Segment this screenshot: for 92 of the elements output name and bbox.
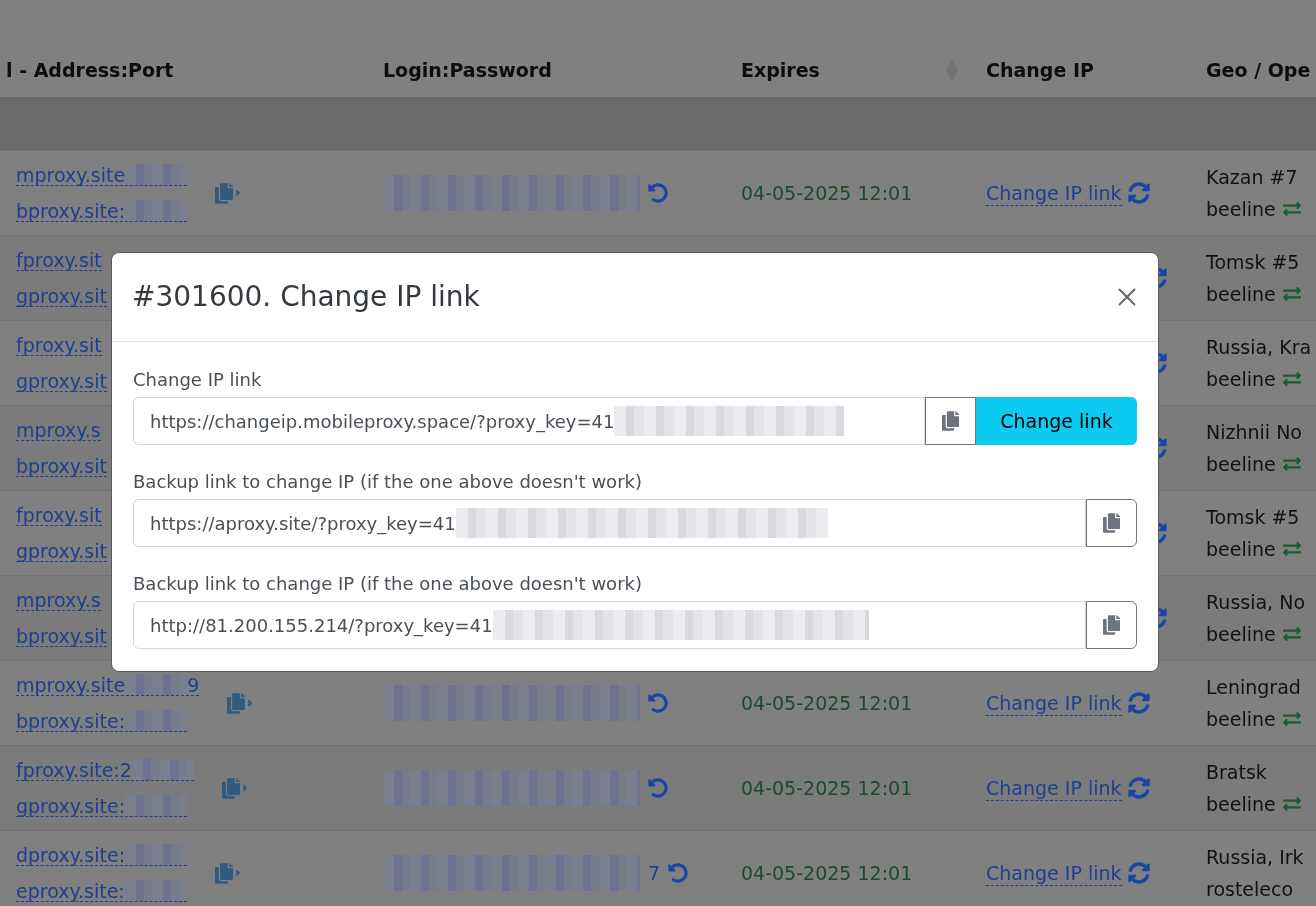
proxy-address-link[interactable]: fproxy.site:2 bbox=[16, 759, 194, 781]
geo-location: Tomsk #5 bbox=[1206, 505, 1301, 529]
copy-menu-button[interactable] bbox=[227, 692, 255, 714]
link-field[interactable]: https://changeip.mobileproxy.space/?proxy_key=41 bbox=[133, 397, 925, 445]
swap-icon[interactable] bbox=[1281, 455, 1302, 473]
geo-location: Tomsk #5 bbox=[1206, 250, 1301, 274]
copy-icon bbox=[215, 862, 234, 884]
proxy-address-link[interactable]: gproxy.sit bbox=[16, 285, 107, 307]
proxy-address-link[interactable]: bproxy.sit bbox=[16, 455, 107, 477]
operator-name: beeline bbox=[1206, 537, 1276, 561]
expiry-date: 04-05-2025 12:01 bbox=[741, 775, 913, 801]
proxy-address-link[interactable]: bproxy.sit bbox=[16, 625, 107, 647]
geo-location: Russia, Kra bbox=[1206, 335, 1313, 359]
sync-icon[interactable] bbox=[1127, 862, 1150, 884]
swap-icon[interactable] bbox=[1281, 370, 1302, 388]
swap-icon[interactable] bbox=[1281, 625, 1302, 643]
column-header: Login:Password bbox=[383, 57, 552, 83]
copy-icon bbox=[221, 777, 240, 799]
copy-icon bbox=[1103, 513, 1120, 533]
operator-name: beeline bbox=[1206, 707, 1276, 731]
dialog-title: #301600. Change IP link bbox=[132, 279, 480, 315]
copy-menu-button[interactable] bbox=[221, 777, 249, 799]
link-field[interactable]: http://81.200.155.214/?proxy_key=41 bbox=[133, 601, 1086, 649]
copy-icon bbox=[215, 182, 234, 204]
copy-menu-button[interactable] bbox=[215, 182, 243, 204]
geo-location: Kazan #7 bbox=[1206, 165, 1299, 189]
proxy-address-link[interactable]: mproxy.site bbox=[16, 164, 188, 186]
caret-icon bbox=[247, 697, 255, 709]
swap-icon[interactable] bbox=[1281, 200, 1302, 218]
operator-name: beeline bbox=[1206, 367, 1276, 391]
proxy-address-link[interactable]: fproxy.sit bbox=[16, 249, 102, 271]
sync-icon[interactable] bbox=[1127, 692, 1150, 714]
column-header: Geo / Ope bbox=[1206, 57, 1311, 83]
proxy-address-link[interactable]: mproxy.site 9 bbox=[16, 674, 200, 696]
operator-name: rosteleco bbox=[1206, 877, 1294, 901]
swap-icon[interactable] bbox=[1281, 795, 1302, 813]
copy-menu-button[interactable] bbox=[215, 862, 243, 884]
change-ip-link[interactable]: Change IP link bbox=[986, 690, 1122, 716]
swap-icon[interactable] bbox=[1281, 540, 1302, 558]
copy-button[interactable] bbox=[1086, 499, 1137, 547]
geo-location: Bratsk bbox=[1206, 760, 1268, 784]
undo-icon[interactable] bbox=[648, 183, 668, 203]
proxy-address-link[interactable]: fproxy.sit bbox=[16, 334, 102, 356]
proxy-address-link[interactable]: gproxy.sit bbox=[16, 540, 107, 562]
proxy-address-link[interactable]: fproxy.sit bbox=[16, 504, 102, 526]
geo-location: Nizhnii No bbox=[1206, 420, 1303, 444]
expiry-date: 04-05-2025 12:01 bbox=[741, 860, 913, 886]
change-ip-link[interactable]: Change IP link bbox=[986, 860, 1122, 886]
undo-icon[interactable] bbox=[648, 693, 668, 713]
field-label: Change IP link bbox=[133, 368, 263, 392]
column-header: Change IP bbox=[986, 57, 1094, 83]
change-link-button[interactable]: Change link bbox=[976, 397, 1137, 445]
change-ip-link[interactable]: Change IP link bbox=[986, 180, 1122, 206]
column-header: l - Address:Port bbox=[6, 57, 174, 83]
copy-icon bbox=[227, 692, 246, 714]
operator-name: beeline bbox=[1206, 197, 1276, 221]
caret-icon bbox=[241, 782, 249, 794]
undo-icon[interactable] bbox=[648, 778, 668, 798]
proxy-address-link[interactable]: eproxy.site: bbox=[16, 880, 187, 902]
geo-location: Leningrad bbox=[1206, 675, 1302, 699]
caret-icon bbox=[235, 187, 243, 199]
undo-icon[interactable] bbox=[668, 863, 689, 883]
copy-button[interactable] bbox=[925, 397, 976, 445]
proxy-address-link[interactable]: gproxy.sit bbox=[16, 370, 107, 392]
copy-button[interactable] bbox=[1086, 601, 1137, 649]
link-field[interactable]: https://aproxy.site/?proxy_key=41 bbox=[133, 499, 1086, 547]
operator-name: beeline bbox=[1206, 792, 1276, 816]
copy-icon bbox=[1103, 615, 1120, 635]
sync-icon[interactable] bbox=[1127, 182, 1150, 204]
change-ip-link[interactable]: Change IP link bbox=[986, 775, 1122, 801]
proxy-address-link[interactable]: bproxy.site: bbox=[16, 710, 188, 732]
expiry-date: 04-05-2025 12:01 bbox=[741, 180, 913, 206]
swap-icon[interactable] bbox=[1281, 710, 1302, 728]
password-fragment: 7 bbox=[648, 860, 661, 886]
field-label: Backup link to change IP (if the one above doesn't work) bbox=[133, 572, 643, 596]
swap-icon[interactable] bbox=[1281, 285, 1302, 303]
sync-icon[interactable] bbox=[1127, 777, 1150, 799]
caret-icon bbox=[235, 867, 243, 879]
proxy-address-link[interactable]: mproxy.s bbox=[16, 419, 101, 441]
operator-name: beeline bbox=[1206, 282, 1276, 306]
geo-location: Russia, No bbox=[1206, 590, 1307, 614]
proxy-address-link[interactable]: dproxy.site: bbox=[16, 844, 188, 866]
column-header: Expires bbox=[741, 57, 820, 83]
proxy-address-link[interactable]: gproxy.site: bbox=[16, 795, 188, 817]
operator-name: beeline bbox=[1206, 452, 1276, 476]
field-label: Backup link to change IP (if the one above doesn't work) bbox=[133, 470, 643, 494]
expiry-date: 04-05-2025 12:01 bbox=[741, 690, 913, 716]
proxy-address-link[interactable]: bproxy.site: bbox=[16, 200, 188, 222]
geo-location: Russia, Irk bbox=[1206, 845, 1305, 869]
operator-name: beeline bbox=[1206, 622, 1276, 646]
copy-icon bbox=[942, 411, 959, 431]
proxy-address-link[interactable]: mproxy.s bbox=[16, 589, 101, 611]
